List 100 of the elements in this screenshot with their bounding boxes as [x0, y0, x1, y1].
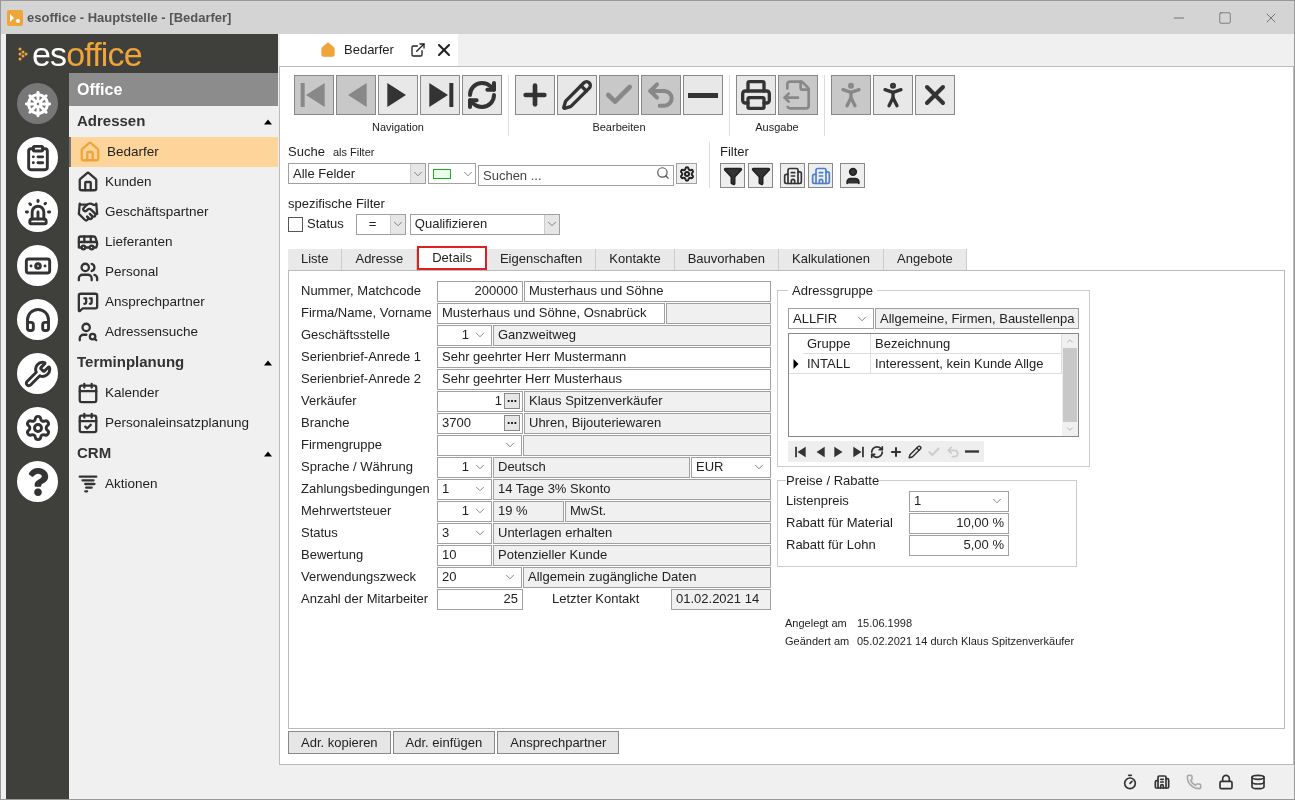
table-row[interactable]: INTALL Interessent, kein Kunde Allge [789, 354, 1063, 374]
status-icon[interactable] [1250, 774, 1266, 790]
table-nav-button[interactable] [868, 443, 885, 460]
undo-icon [645, 79, 677, 111]
dropdown[interactable]: 3 [437, 522, 492, 544]
collapse-icon[interactable] [264, 118, 272, 125]
dropdown[interactable]: 1 [437, 324, 492, 346]
settings-button[interactable] [676, 163, 697, 184]
filter-button[interactable] [780, 163, 805, 188]
dropdown[interactable]: 1 [437, 500, 492, 522]
filter-button[interactable] [840, 163, 865, 188]
text-field[interactable]: 10 [437, 544, 492, 566]
dropdown[interactable]: 1 [437, 478, 492, 500]
status-icon[interactable] [1218, 774, 1234, 790]
toolbar-group-label: Bearbeiten [592, 120, 646, 135]
dropdown[interactable]: 20 [437, 566, 522, 588]
tab[interactable]: Liste [288, 248, 343, 270]
text-field[interactable]: Sehr geehrter Herr Musterhaus [437, 368, 771, 390]
toolbar-button[interactable] [736, 75, 776, 115]
collapse-icon[interactable] [264, 450, 272, 457]
sidebar-item[interactable]: Kunden [69, 167, 278, 197]
group-dropdown[interactable]: ALLFIR [788, 308, 874, 329]
printer-icon [740, 79, 772, 111]
sidebar-item[interactable]: Aktionen [69, 469, 278, 499]
field-label: Branche [301, 414, 351, 433]
calendar-icon [77, 382, 99, 404]
action-button[interactable]: Ansprechpartner [497, 731, 620, 754]
table-nav-button[interactable] [906, 443, 923, 460]
number-field[interactable]: 10,00 % [909, 512, 1009, 534]
filter-button[interactable] [720, 163, 745, 188]
status-icon[interactable] [1122, 774, 1138, 790]
sidebar-item[interactable]: Ansprechpartner [69, 287, 278, 317]
field-label: Geschäftsstelle [301, 326, 391, 345]
ellipsis-icon[interactable] [504, 393, 520, 409]
mode-dropdown[interactable] [428, 163, 476, 184]
status-icon[interactable] [1154, 774, 1170, 790]
toolbar-button[interactable] [915, 75, 955, 115]
sidebar-item[interactable]: Lieferanten [69, 227, 278, 257]
field-label: Bewertung [301, 546, 365, 565]
text-field[interactable]: Sehr geehrter Herr Mustermann [437, 346, 771, 368]
toolbar-button[interactable] [515, 75, 555, 115]
ship-wheel-icon [23, 89, 52, 118]
collapse-icon[interactable] [264, 359, 272, 366]
tab[interactable]: Angebote [884, 248, 967, 270]
toolbar-button[interactable] [557, 75, 597, 115]
toolbar-button[interactable] [462, 75, 502, 115]
field-value: 20 [442, 568, 457, 587]
popout-icon[interactable] [409, 42, 426, 58]
search-field[interactable]: Suchen ... [478, 165, 674, 186]
lookup-field[interactable]: 3700 [437, 412, 523, 434]
status-checkbox[interactable] [288, 216, 303, 232]
tab[interactable]: Kontakte [596, 248, 675, 270]
siren-icon [23, 197, 52, 226]
toolbar-button[interactable] [420, 75, 460, 115]
people-icon [77, 261, 99, 283]
text-field[interactable]: Musterhaus und Söhne, Osnabrück [437, 302, 665, 324]
operator-dropdown[interactable]: = [355, 213, 406, 235]
toolbar-button[interactable] [873, 75, 913, 115]
sidebar-item[interactable]: Kalender [69, 378, 278, 408]
filter-button[interactable] [748, 163, 773, 188]
sidebar-item[interactable]: Geschäftspartner [69, 197, 278, 227]
field-value: MwSt. [570, 502, 607, 521]
field-label: Sprache / Währung [301, 458, 414, 477]
toolbar-button[interactable] [378, 75, 418, 115]
value-dropdown[interactable]: Qualifizieren [409, 213, 560, 235]
person-search-icon [77, 321, 99, 343]
quote-bubble-icon [77, 291, 99, 313]
tab-label: Bedarfer [344, 41, 394, 60]
text-field[interactable]: Musterhaus und Söhne [524, 280, 771, 302]
meta-label: Geändert am [785, 634, 851, 649]
number-field[interactable]: 200000 [437, 280, 523, 302]
action-button[interactable]: Adr. kopieren [288, 731, 391, 754]
section-title: CRM [77, 443, 112, 464]
tab[interactable]: Details [417, 245, 487, 270]
column-header: Bezeichnung [871, 334, 1063, 354]
tab[interactable]: Adresse [342, 248, 418, 270]
dropdown[interactable]: EUR [691, 456, 771, 478]
sidebar-item[interactable]: Adressensuche [69, 317, 278, 347]
dropdown[interactable]: 1 [909, 490, 1009, 512]
ellipsis-icon[interactable] [504, 415, 520, 431]
logo-text: esoffice [6, 34, 278, 73]
headset-icon [23, 305, 52, 334]
number-field[interactable]: 25 [437, 588, 523, 610]
action-button[interactable]: Adr. einfügen [392, 731, 496, 754]
tab[interactable]: Eigenschaften [486, 248, 597, 270]
number-field[interactable]: 5,00 % [909, 534, 1009, 556]
toolbar-button[interactable] [683, 75, 723, 115]
meta-label: Angelegt am [785, 615, 848, 631]
calendar-check-icon [77, 412, 99, 434]
handshake-icon [77, 201, 99, 223]
readonly-field: Allgemeine, Firmen, Baustellenpa [875, 308, 1080, 329]
document-tab[interactable]: Bedarfer [280, 34, 458, 66]
sidebar-item[interactable]: Personal [69, 257, 278, 287]
tab[interactable]: Bauvorhaben [674, 248, 779, 270]
tab[interactable]: Kalkulationen [779, 248, 885, 270]
sidebar-item[interactable]: Personaleinsatzplanung [69, 408, 278, 438]
field-dropdown[interactable]: Alle Felder [288, 163, 426, 184]
dropdown[interactable]: 1 [437, 456, 492, 478]
lookup-field[interactable]: 1 [437, 390, 523, 412]
sidebar-item[interactable]: Bedarfer [69, 137, 278, 167]
